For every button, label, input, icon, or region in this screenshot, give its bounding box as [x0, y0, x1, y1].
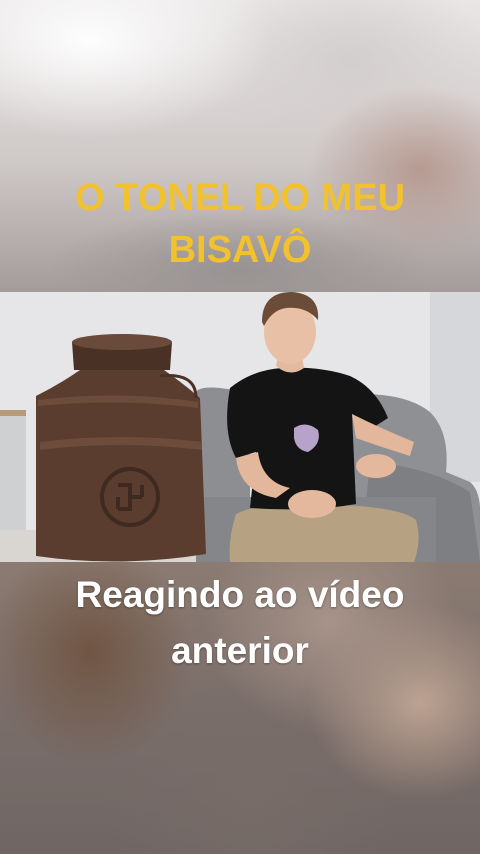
- video-scene: [0, 292, 480, 562]
- video-post[interactable]: O TONEL DO MEU BISAVÔ Reagindo ao vídeo …: [0, 0, 480, 854]
- title-line-1: O TONEL DO MEU: [74, 177, 406, 219]
- subtitle-line-2: anterior: [171, 630, 309, 671]
- title-line-2: BISAVÔ: [168, 229, 312, 271]
- subtitle-caption: Reagindo ao vídeo anterior: [0, 567, 480, 679]
- cabinet: [0, 410, 26, 530]
- subtitle-line-1: Reagindo ao vídeo: [75, 574, 405, 615]
- video-frame[interactable]: [0, 292, 480, 562]
- title-caption: O TONEL DO MEU BISAVÔ: [0, 172, 480, 276]
